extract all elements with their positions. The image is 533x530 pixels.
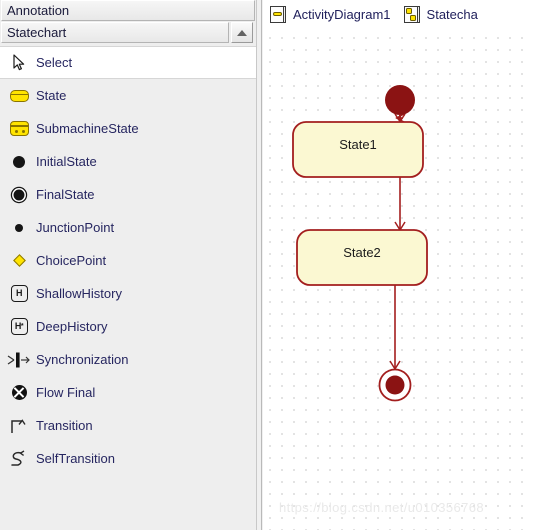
node-final-state xyxy=(378,368,412,402)
palette-item-label: JunctionPoint xyxy=(36,219,115,235)
statechart-diagram xyxy=(292,85,428,402)
palette-item-label: FinalState xyxy=(36,186,95,202)
palette-item-label: SelfTransition xyxy=(36,450,115,466)
palette-section-annotation[interactable]: Annotation xyxy=(1,0,255,21)
transition-arrow-icon xyxy=(6,413,32,439)
palette-item-transition[interactable]: Transition xyxy=(0,409,256,442)
palette-item-label: ChoicePoint xyxy=(36,252,107,268)
tab-label: ActivityDiagram1 xyxy=(293,7,391,22)
triangle-up-icon xyxy=(237,29,247,36)
palette-item-label: SubmachineState xyxy=(36,120,139,136)
palette-panel: Annotation Statechart Select State Subma… xyxy=(0,0,256,530)
activity-diagram-icon xyxy=(270,5,287,24)
statechart-diagram-icon xyxy=(403,5,421,24)
diagram-canvas[interactable]: State1 State2 https://blog.csdn.net/u010… xyxy=(263,29,533,530)
palette-item-junctionpoint[interactable]: JunctionPoint xyxy=(0,211,256,244)
palette-section-statechart-row: Statechart xyxy=(0,21,256,44)
palette-item-label: State xyxy=(36,87,67,103)
palette-section-statechart[interactable]: Statechart xyxy=(1,22,229,43)
state-rounded-icon xyxy=(6,83,32,109)
cursor-arrow-icon xyxy=(6,50,32,76)
palette-item-label: Transition xyxy=(36,417,93,433)
palette-item-label: Flow Final xyxy=(36,384,96,400)
star-glyph: * xyxy=(20,323,24,330)
application-window: Annotation Statechart Select State Subma… xyxy=(0,0,533,530)
palette-item-shallowhistory[interactable]: H ShallowHistory xyxy=(0,277,256,310)
palette-scroll-up-button[interactable] xyxy=(231,22,253,43)
history-h-icon: H xyxy=(6,281,32,307)
tab-label: Statecha xyxy=(426,7,478,22)
flow-final-x-circle-icon xyxy=(6,380,32,406)
synchronization-bar-icon xyxy=(6,347,32,373)
palette-item-select[interactable]: Select xyxy=(0,46,256,79)
submachine-state-icon xyxy=(6,116,32,142)
panel-splitter[interactable] xyxy=(256,0,262,530)
palette-item-choicepoint[interactable]: ChoicePoint xyxy=(0,244,256,277)
node-state1 xyxy=(292,121,424,178)
palette-item-state[interactable]: State xyxy=(0,79,256,112)
palette-item-finalstate[interactable]: FinalState xyxy=(0,178,256,211)
tab-statechart[interactable]: Statecha xyxy=(397,0,484,29)
palette-item-label: ShallowHistory xyxy=(36,285,122,301)
deep-history-h-star-icon: H * xyxy=(6,314,32,340)
yellow-diamond-icon xyxy=(6,248,32,274)
palette-item-list: Select State SubmachineState InitialStat… xyxy=(0,46,256,530)
editor-tab-bar: ActivityDiagram1 Statecha xyxy=(263,0,533,30)
palette-item-selftransition[interactable]: SelfTransition xyxy=(0,442,256,475)
bullseye-circle-icon xyxy=(6,182,32,208)
self-transition-loop-icon xyxy=(6,446,32,472)
filled-circle-icon xyxy=(6,149,32,175)
history-h-glyph: H xyxy=(10,285,28,302)
tab-activitydiagram1[interactable]: ActivityDiagram1 xyxy=(263,0,397,29)
palette-item-submachinestate[interactable]: SubmachineState xyxy=(0,112,256,145)
node-state2 xyxy=(296,229,428,286)
palette-item-label: Synchronization xyxy=(36,351,129,367)
palette-item-deephistory[interactable]: H * DeepHistory xyxy=(0,310,256,343)
palette-item-flow-final[interactable]: Flow Final xyxy=(0,376,256,409)
palette-item-label: InitialState xyxy=(36,153,97,169)
diagram-editor: ActivityDiagram1 Statecha State1 State2 … xyxy=(263,0,533,530)
small-dot-icon xyxy=(6,215,32,241)
node-initial-state xyxy=(385,85,415,115)
palette-item-label: DeepHistory xyxy=(36,318,108,334)
palette-item-label: Select xyxy=(36,54,73,70)
palette-item-initialstate[interactable]: InitialState xyxy=(0,145,256,178)
palette-item-synchronization[interactable]: Synchronization xyxy=(0,343,256,376)
